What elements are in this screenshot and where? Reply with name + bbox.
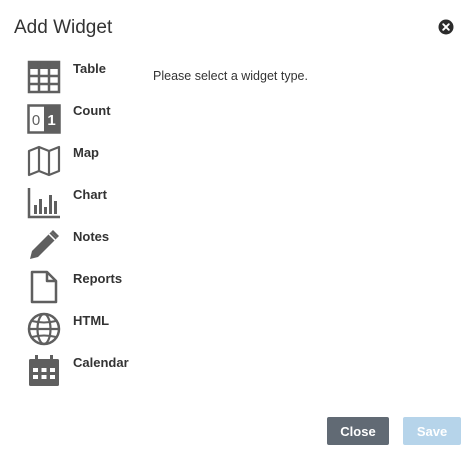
count-digit-left: 0 <box>32 112 40 129</box>
widget-type-count[interactable]: 0 1 Count <box>26 98 129 140</box>
widget-type-html[interactable]: HTML <box>26 308 129 350</box>
pencil-icon <box>26 227 62 263</box>
add-widget-dialog: Add Widget Table 0 1 Count Map Chart Not… <box>0 0 474 461</box>
document-icon <box>26 269 62 305</box>
widget-type-label: Table <box>73 61 106 76</box>
widget-type-reports[interactable]: Reports <box>26 266 129 308</box>
widget-type-label: Reports <box>73 271 123 286</box>
widget-type-label: Notes <box>73 229 110 244</box>
widget-type-map[interactable]: Map <box>26 140 129 182</box>
widget-type-calendar[interactable]: Calendar <box>26 350 129 392</box>
save-button[interactable]: Save <box>403 417 461 445</box>
widget-type-table[interactable]: Table <box>26 56 129 98</box>
close-button[interactable]: Close <box>327 417 389 445</box>
widget-type-label: HTML <box>73 313 110 328</box>
table-icon <box>26 59 62 95</box>
widget-type-label: Map <box>73 145 99 160</box>
count-icon: 0 1 <box>26 101 62 137</box>
widget-type-list: Table 0 1 Count Map Chart Notes Reports … <box>26 56 129 392</box>
globe-icon <box>26 311 62 347</box>
close-icon[interactable] <box>438 19 454 35</box>
bar-chart-icon <box>26 185 62 221</box>
widget-type-label: Chart <box>73 187 107 202</box>
select-type-hint: Please select a widget type. <box>153 69 308 83</box>
map-icon <box>26 143 62 179</box>
dialog-title: Add Widget <box>14 17 113 38</box>
widget-type-label: Calendar <box>73 355 129 370</box>
widget-type-notes[interactable]: Notes <box>26 224 129 266</box>
widget-type-label: Count <box>73 103 111 118</box>
calendar-icon <box>26 353 62 389</box>
count-digit-right: 1 <box>47 112 55 129</box>
widget-type-chart[interactable]: Chart <box>26 182 129 224</box>
